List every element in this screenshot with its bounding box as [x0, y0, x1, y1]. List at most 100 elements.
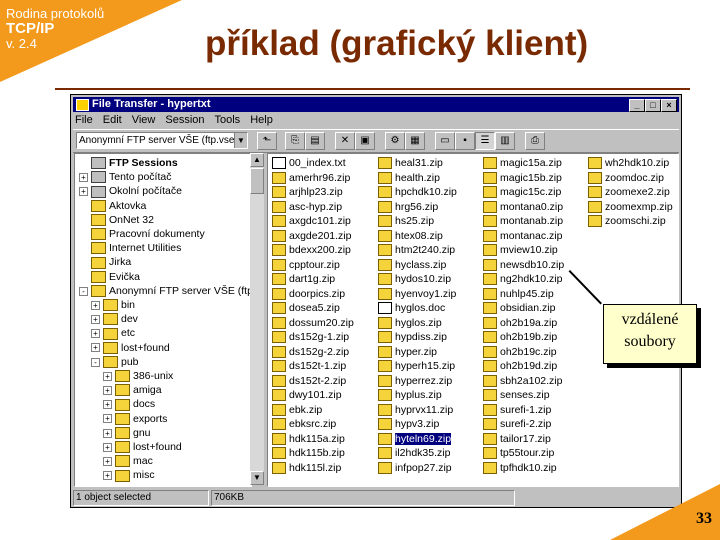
disconnect-icon[interactable]: ▦ [405, 132, 425, 150]
tree-item[interactable]: + Okolní počítače [79, 184, 182, 198]
tree-item[interactable]: - Anonymní FTP server VŠE (ftp. [79, 284, 251, 298]
maximize-button[interactable]: □ [645, 99, 661, 112]
file-item[interactable]: obsidian.zip [483, 301, 555, 315]
tree-item[interactable]: Pracovní dokumenty [79, 227, 205, 241]
file-item[interactable]: surefi-1.zip [483, 403, 551, 417]
large-icons-icon[interactable]: ▭ [435, 132, 455, 150]
file-item[interactable]: 00_index.txt [272, 156, 346, 170]
file-item[interactable]: asc-hyp.zip [272, 200, 342, 214]
details-view-icon[interactable]: ▥ [495, 132, 515, 150]
tree-item[interactable]: OnNet 32 [79, 213, 154, 227]
tree-item[interactable]: Aktovka [79, 199, 146, 213]
chevron-down-icon[interactable]: ▼ [234, 133, 247, 148]
file-item[interactable]: hypdiss.zip [378, 330, 447, 344]
menu-edit[interactable]: Edit [103, 114, 122, 126]
file-item[interactable]: hyteln69.zip [378, 432, 452, 446]
file-item[interactable]: ds152t-2.zip [272, 374, 346, 388]
file-item[interactable]: nuhlp45.zip [483, 287, 554, 301]
file-item[interactable]: hyplus.zip [378, 388, 442, 402]
copy-icon[interactable]: ⎘ [285, 132, 305, 150]
file-item[interactable]: hdk115a.zip [272, 432, 345, 446]
file-item[interactable]: ebk.zip [272, 403, 322, 417]
expand-icon[interactable]: + [103, 400, 112, 410]
file-item[interactable]: montanab.zip [483, 214, 563, 228]
expand-icon[interactable]: + [91, 343, 100, 353]
file-item[interactable]: surefi-2.zip [483, 417, 551, 431]
expand-icon[interactable]: + [91, 314, 100, 324]
file-item[interactable]: magic15b.zip [483, 171, 562, 185]
file-item[interactable]: dosea5.zip [272, 301, 340, 315]
file-item[interactable]: ng2hdk10.zip [483, 272, 562, 286]
file-item[interactable]: amerhr96.zip [272, 171, 350, 185]
expand-icon[interactable]: + [91, 329, 100, 339]
file-item[interactable]: hdk115b.zip [272, 446, 345, 460]
scroll-down-icon[interactable]: ▼ [250, 471, 264, 485]
expand-icon[interactable]: + [103, 471, 112, 481]
tree-item[interactable]: + lost+found [103, 440, 182, 454]
tree-item[interactable]: + Tento počítač [79, 170, 171, 184]
tree-item[interactable]: - pub [91, 355, 139, 369]
file-item[interactable]: tp55tour.zip [483, 446, 554, 460]
file-item[interactable]: ds152g-2.zip [272, 345, 349, 359]
file-item[interactable]: oh2b19c.zip [483, 345, 557, 359]
file-item[interactable]: hyglos.doc [378, 301, 445, 315]
tree-item[interactable]: + etc [91, 326, 135, 340]
file-item[interactable]: oh2b19a.zip [483, 316, 557, 330]
tree-item[interactable]: + exports [103, 412, 167, 426]
file-item[interactable]: hyglos.zip [378, 316, 442, 330]
connect-icon[interactable]: ⚙ [385, 132, 405, 150]
file-item[interactable]: axgde201.zip [272, 229, 351, 243]
tree-item[interactable]: FTP Sessions [79, 156, 178, 170]
file-item[interactable]: oh2b19d.zip [483, 359, 557, 373]
file-item[interactable]: dart1g.zip [272, 272, 335, 286]
file-item[interactable]: hyclass.zip [378, 258, 446, 272]
up-folder-icon[interactable]: ⬑ [257, 132, 277, 150]
file-item[interactable]: bdexx200.zip [272, 243, 351, 257]
tree-item[interactable]: Evička [79, 270, 140, 284]
print-icon[interactable]: ⎙ [525, 132, 545, 150]
file-item[interactable]: dossum20.zip [272, 316, 354, 330]
file-item[interactable]: hydos10.zip [378, 272, 451, 286]
minimize-button[interactable]: _ [629, 99, 645, 112]
tree-item[interactable]: + docs [103, 397, 155, 411]
file-item[interactable]: heal31.zip [378, 156, 443, 170]
expand-icon[interactable]: + [79, 172, 88, 182]
properties-icon[interactable]: ▣ [355, 132, 375, 150]
expand-icon[interactable]: + [103, 385, 112, 395]
file-item[interactable]: wh2hdk10.zip [588, 156, 669, 170]
expand-icon[interactable]: + [91, 300, 100, 310]
list-view-icon[interactable]: ☰ [475, 132, 495, 150]
expand-icon[interactable]: + [103, 442, 112, 452]
collapse-icon[interactable]: - [79, 286, 88, 296]
file-item[interactable]: hs25.zip [378, 214, 434, 228]
tree-item[interactable]: + dev [91, 312, 138, 326]
file-item[interactable]: zoomexe2.zip [588, 185, 670, 199]
file-item[interactable]: doorpics.zip [272, 287, 345, 301]
file-item[interactable]: zoomschi.zip [588, 214, 666, 228]
file-item[interactable]: ebksrc.zip [272, 417, 336, 431]
tree-scrollbar[interactable]: ▲ ▼ [250, 153, 264, 485]
expand-icon[interactable]: + [103, 428, 112, 438]
file-item[interactable]: il2hdk35.zip [378, 446, 450, 460]
file-item[interactable]: htex08.zip [378, 229, 443, 243]
file-item[interactable]: senses.zip [483, 388, 550, 402]
tree-item[interactable]: + bin [91, 298, 135, 312]
file-item[interactable]: hyperrez.zip [378, 374, 452, 388]
expand-icon[interactable]: + [103, 456, 112, 466]
tree-item[interactable]: Internet Utilities [79, 241, 181, 255]
expand-icon[interactable]: + [79, 187, 88, 197]
file-item[interactable]: montana0.zip [483, 200, 563, 214]
file-item[interactable]: ds152g-1.zip [272, 330, 349, 344]
file-item[interactable]: hdk115l.zip [272, 461, 341, 475]
address-combobox[interactable]: Anonymní FTP server VŠE (ftp.vse ▼ [76, 132, 248, 149]
expand-icon[interactable]: + [103, 414, 112, 424]
close-button[interactable]: × [661, 99, 677, 112]
file-item[interactable]: health.zip [378, 171, 440, 185]
file-item[interactable]: newsdb10.zip [483, 258, 564, 272]
expand-icon[interactable]: + [103, 371, 112, 381]
menu-tools[interactable]: Tools [215, 114, 241, 126]
file-item[interactable]: cpptour.zip [272, 258, 340, 272]
scroll-thumb[interactable] [250, 168, 264, 194]
file-item[interactable]: dwy101.zip [272, 388, 342, 402]
tree-item[interactable]: +386-unix [103, 369, 173, 383]
